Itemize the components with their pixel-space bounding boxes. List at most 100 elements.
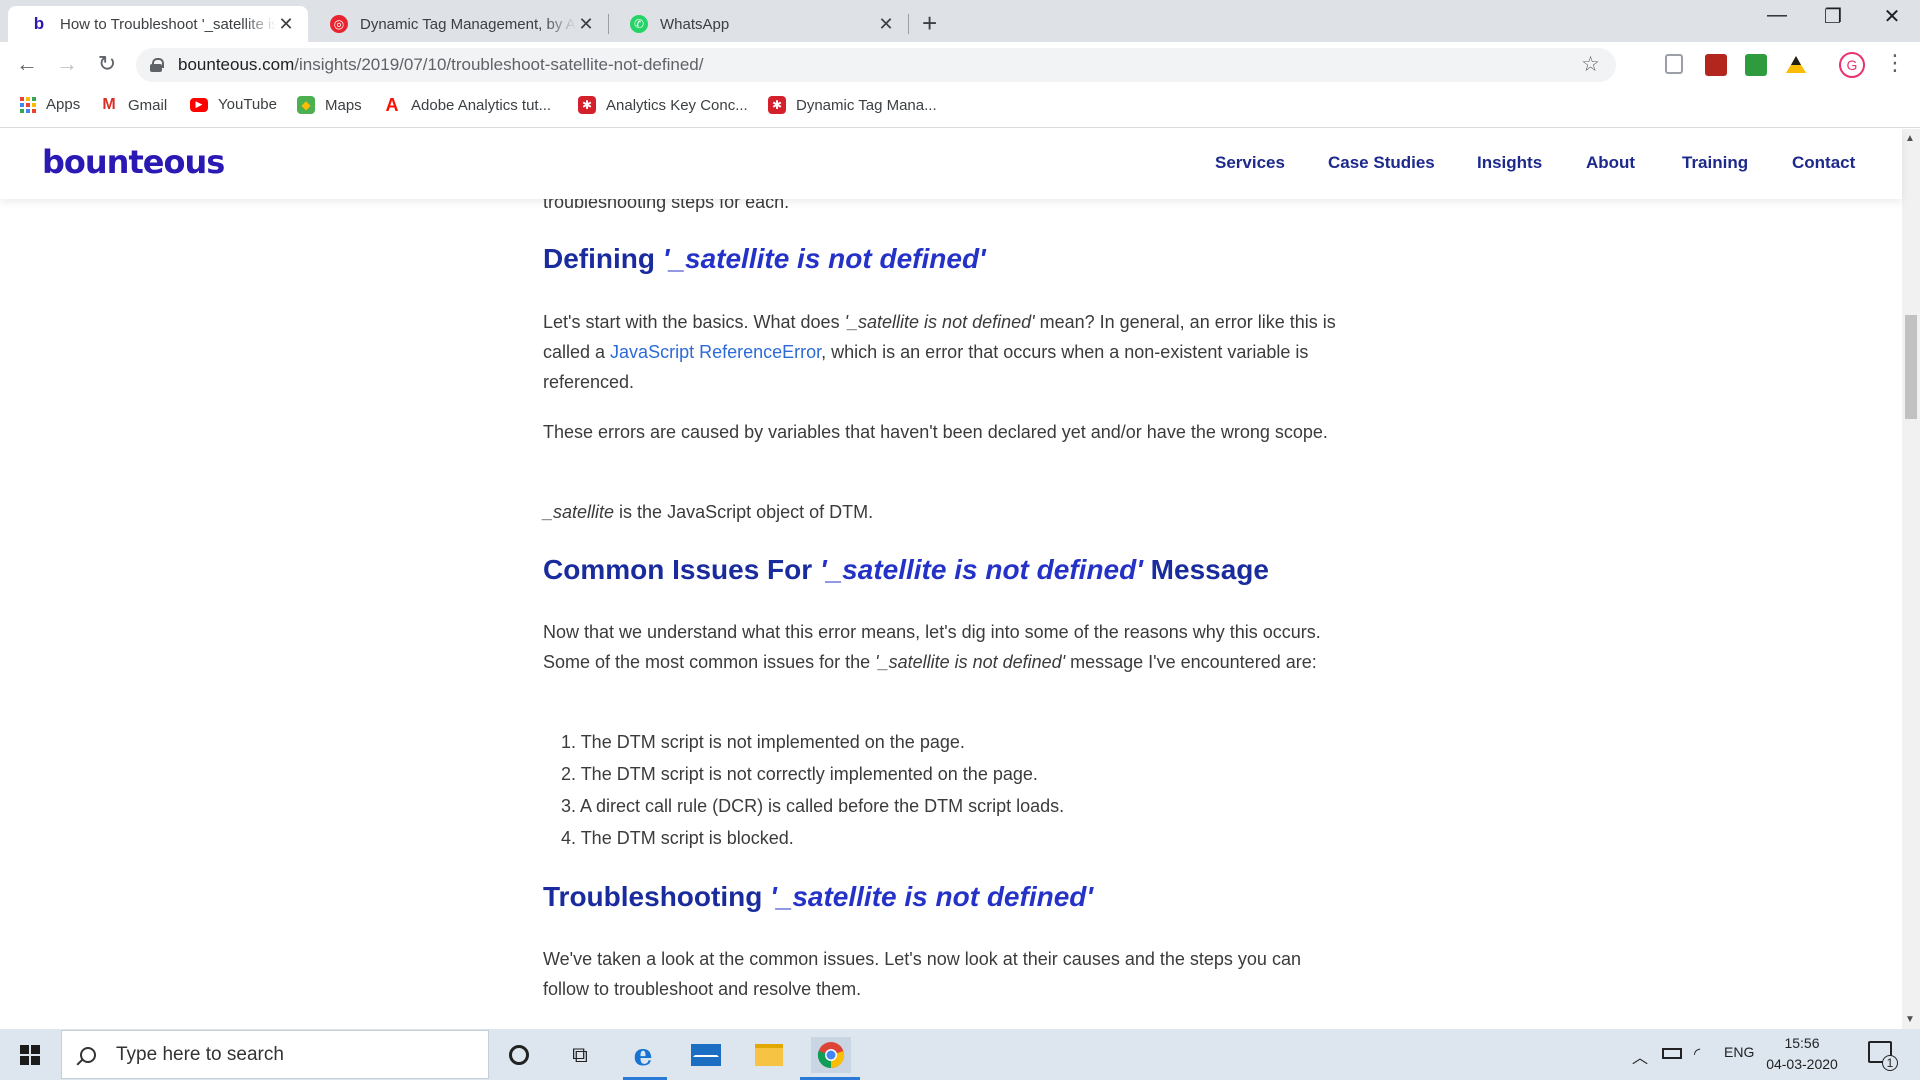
taskbar-clock[interactable]: 15:56 04-03-2020 [1766,1033,1838,1075]
bookmark-label: Maps [325,96,362,114]
close-tab-icon[interactable]: ✕ [576,14,596,35]
bookmark-star-icon[interactable]: ☆ [1581,52,1600,77]
paragraph-causes: These errors are caused by variables tha… [543,422,1328,442]
list-item: 4. The DTM script is blocked. [561,828,794,848]
close-window-icon[interactable]: ✕ [1872,4,1912,29]
tab-dtm[interactable]: ◎ Dynamic Tag Management, by Adobe ✕ [308,6,608,42]
scroll-up-icon[interactable]: ▲ [1905,133,1915,144]
windows-taskbar: Type here to search ⧉ e ︿ ◜ ENG 15:56 04… [0,1029,1920,1080]
back-icon[interactable]: ← [12,51,42,77]
close-tab-icon[interactable]: ✕ [276,14,296,35]
nav-about[interactable]: About [1586,153,1635,173]
forward-icon[interactable]: → [52,51,82,77]
address-bar[interactable]: bounteous.com/insights/2019/07/10/troubl… [136,48,1616,82]
list-item: 3. A direct call rule (DCR) is called be… [561,796,1065,816]
profile-avatar[interactable]: G [1839,52,1865,78]
adobe-gear-icon: ✱ [768,96,786,114]
bookmark-label: YouTube [218,96,277,113]
paragraph-troubleshooting-intro: We've taken a look at the common issues.… [543,949,1301,999]
show-hidden-icons-icon[interactable]: ︿ [1632,1044,1648,1068]
battery-icon[interactable] [1662,1048,1682,1059]
bookmark-label: Dynamic Tag Mana... [796,96,937,114]
file-explorer-icon[interactable] [749,1037,789,1073]
extension-drive-icon[interactable] [1785,54,1807,76]
mail-icon[interactable] [686,1037,726,1073]
gmail-icon: M [102,96,116,113]
reload-icon[interactable]: ↻ [92,51,122,77]
bookmark-label: Apps [46,96,81,113]
bookmark-label: Analytics Key Conc... [606,96,748,114]
adobe-icon: A [385,94,399,115]
language-indicator[interactable]: ENG [1724,1044,1754,1060]
edge-browser-icon[interactable]: e [623,1037,663,1073]
notification-center-icon[interactable]: 1 [1868,1041,1898,1071]
adobe-gear-icon: ✱ [578,96,596,114]
tab-strip: b How to Troubleshoot '_satellite is not… [0,0,1920,42]
bookmark-label: Adobe Analytics tut... [411,96,552,114]
bounteous-logo[interactable]: bounteous [42,143,225,181]
cortana-icon[interactable] [499,1037,539,1073]
bookmark-gmail[interactable]: M Gmail [100,96,167,114]
lock-icon[interactable] [150,58,164,72]
bookmark-youtube[interactable]: ▶ YouTube [190,96,277,113]
javascript-referenceerror-link[interactable]: JavaScript ReferenceError [610,342,821,362]
list-item: 1. The DTM script is not implemented on … [561,732,965,752]
whatsapp-favicon-icon: ✆ [630,15,648,33]
nav-insights[interactable]: Insights [1477,153,1542,173]
page-viewport: bounteous Services Case Studies Insights… [0,129,1920,1029]
bounteous-favicon-icon: b [30,14,48,33]
page-scrollbar[interactable]: ▲ ▼ [1902,129,1920,1029]
tab-title: Dynamic Tag Management, by Adobe [360,15,576,33]
search-placeholder: Type here to search [116,1043,284,1065]
extension-docs-icon[interactable] [1665,54,1683,74]
tab-bounteous[interactable]: b How to Troubleshoot '_satellite is not… [8,6,308,42]
search-icon [80,1046,96,1063]
bookmark-maps[interactable]: ◆ Maps [297,96,362,114]
heading-defining: Defining '_satellite is not defined' [543,243,986,274]
nav-case-studies[interactable]: Case Studies [1328,153,1435,173]
windows-start-icon[interactable] [20,1045,40,1065]
tab-title: WhatsApp [660,15,730,33]
close-tab-icon[interactable]: ✕ [876,14,896,35]
paragraph-common-intro: Now that we understand what this error m… [543,622,1321,672]
tab-title: How to Troubleshoot '_satellite is not d… [60,15,276,33]
bookmark-adobe-analytics-tut[interactable]: A Adobe Analytics tut... [383,94,552,115]
clock-date: 04-03-2020 [1766,1056,1838,1072]
bookmark-apps[interactable]: Apps [20,96,80,113]
clock-time: 15:56 [1784,1035,1820,1051]
url-text[interactable]: bounteous.com/insights/2019/07/10/troubl… [178,55,703,75]
chrome-taskbar-icon[interactable] [811,1037,851,1073]
tab-whatsapp[interactable]: ✆ WhatsApp ✕ [608,6,908,42]
chrome-menu-icon[interactable]: ⋮ [1884,50,1906,76]
nav-services[interactable]: Services [1215,153,1285,173]
restore-icon[interactable]: ❐ [1813,4,1853,29]
bookmark-dynamic-tag[interactable]: ✱ Dynamic Tag Mana... [768,96,937,114]
bookmarks-bar: Apps M Gmail ▶ YouTube ◆ Maps A Adobe An… [0,88,1920,128]
wifi-icon[interactable]: ◜ [1694,1044,1700,1064]
youtube-icon: ▶ [190,97,208,112]
maps-icon: ◆ [297,96,315,114]
notification-count-badge: 1 [1882,1055,1898,1071]
heading-common-issues: Common Issues For '_satellite is not def… [543,554,1269,585]
browser-toolbar: ← → ↻ bounteous.com/insights/2019/07/10/… [0,42,1920,88]
extension-red-icon[interactable] [1705,54,1727,76]
nav-contact[interactable]: Contact [1792,153,1855,173]
minimize-icon[interactable]: — [1757,4,1797,27]
new-tab-icon[interactable]: + [922,8,937,39]
bookmark-analytics-key[interactable]: ✱ Analytics Key Conc... [578,96,748,114]
list-item: 2. The DTM script is not correctly imple… [561,764,1038,784]
adobe-favicon-icon: ◎ [330,15,348,33]
apps-grid-icon [20,96,36,113]
extension-chart-icon[interactable] [1745,54,1767,76]
tab-separator [908,14,909,34]
taskbar-search-box[interactable]: Type here to search [61,1030,489,1079]
bookmark-label: Gmail [128,96,168,114]
task-view-icon[interactable]: ⧉ [560,1037,600,1073]
scrollbar-thumb[interactable] [1905,315,1917,419]
paragraph-definition: Let's start with the basics. What does '… [543,312,1336,392]
paragraph-satellite-object: _satellite is the JavaScript object of D… [543,502,874,522]
issues-list: 1. The DTM script is not implemented on … [561,726,1064,854]
scroll-down-icon[interactable]: ▼ [1905,1014,1915,1025]
nav-training[interactable]: Training [1682,153,1748,173]
heading-troubleshooting: Troubleshooting '_satellite is not defin… [543,881,1094,912]
